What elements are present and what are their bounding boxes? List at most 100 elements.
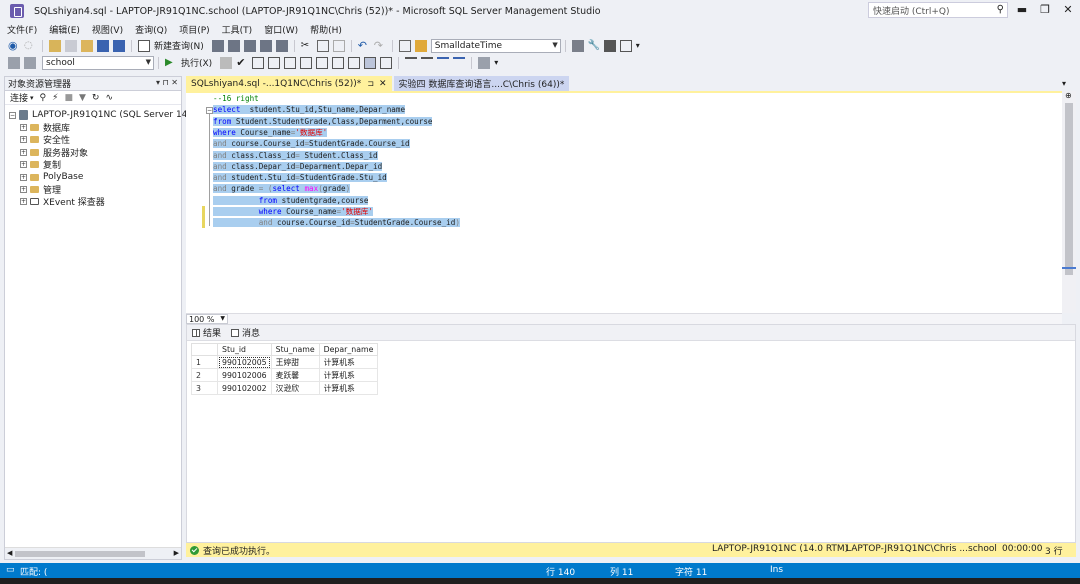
scroll-thumb[interactable] <box>15 551 145 557</box>
tab-messages[interactable]: 消息 <box>231 326 260 339</box>
table-row[interactable]: 1 990102005 王婷甜 计算机系 <box>191 355 379 369</box>
new-query-icon[interactable] <box>138 39 150 52</box>
new-query-button[interactable]: 新建查询(N) <box>154 39 204 52</box>
menu-tools[interactable]: 工具(T) <box>222 23 253 36</box>
client-stats-icon[interactable] <box>332 56 345 69</box>
tab-results[interactable]: 结果 <box>192 326 221 339</box>
grid-cell[interactable]: 麦跃馨 <box>270 368 320 382</box>
expand-icon[interactable]: + <box>20 161 27 169</box>
grid-cell[interactable]: 990102005 <box>217 355 272 369</box>
menu-window[interactable]: 窗口(W) <box>264 23 298 36</box>
new-project-icon[interactable] <box>49 39 61 52</box>
grid-cell[interactable]: 990102002 <box>217 381 272 395</box>
grid-cell[interactable]: 王婷甜 <box>270 355 320 369</box>
results-to-text-icon[interactable] <box>348 56 361 69</box>
scroll-right-icon[interactable]: ▶ <box>174 549 179 557</box>
open-file-icon[interactable] <box>81 39 93 52</box>
menu-project[interactable]: 项目(P) <box>179 23 209 36</box>
tree-node-polybase[interactable]: + PolyBase <box>5 171 181 183</box>
undo-icon[interactable]: ↶ <box>358 39 370 52</box>
grid-cell[interactable]: 计算机系 <box>318 355 379 369</box>
uncomment-icon[interactable] <box>421 56 434 69</box>
table-row[interactable]: 3 990102002 汉逊欣 计算机系 <box>191 381 379 395</box>
collapse-icon[interactable]: − <box>206 107 213 114</box>
column-header[interactable]: Depar_name <box>318 343 379 356</box>
disconnect-icon[interactable]: ⚡ <box>52 93 58 103</box>
display-plan-icon[interactable] <box>252 56 265 69</box>
cancel-query-icon[interactable] <box>220 56 233 69</box>
activity-monitor-icon[interactable]: ∿ <box>105 93 113 103</box>
include-plan-icon[interactable] <box>300 56 313 69</box>
copy-icon[interactable] <box>316 39 329 52</box>
tab-overflow-icon[interactable]: ▾ <box>1062 79 1066 88</box>
xmla-query-icon[interactable] <box>259 39 272 52</box>
connect-button[interactable]: 连接 <box>10 91 28 104</box>
cut-icon[interactable]: ✂ <box>301 40 313 52</box>
toolbox-icon[interactable] <box>603 39 616 52</box>
grid-cell[interactable]: 汉逊欣 <box>270 381 320 395</box>
menu-help[interactable]: 帮助(H) <box>310 23 342 36</box>
tree-node-management[interactable]: + 管理 <box>5 183 181 196</box>
close-window-button[interactable]: ✕ <box>1057 2 1079 18</box>
tree-node-replication[interactable]: + 复制 <box>5 159 181 171</box>
refresh-icon[interactable]: ↻ <box>92 93 100 103</box>
expand-icon[interactable]: + <box>20 124 27 132</box>
add-item-icon[interactable] <box>65 39 77 52</box>
find-in-files-icon[interactable] <box>414 39 427 52</box>
chevron-down-icon[interactable]: ▾ <box>30 94 34 102</box>
menu-view[interactable]: 视图(V) <box>92 23 123 36</box>
expand-icon[interactable]: + <box>20 198 27 206</box>
specify-template-icon[interactable] <box>478 56 491 69</box>
increase-indent-icon[interactable] <box>453 56 466 69</box>
comment-icon[interactable] <box>405 56 418 69</box>
intellisense-icon[interactable] <box>284 56 297 69</box>
results-to-file-icon[interactable] <box>380 56 393 69</box>
navigate-icon[interactable] <box>398 39 411 52</box>
grid-cell[interactable]: 计算机系 <box>318 381 379 395</box>
grid-cell[interactable]: 计算机系 <box>318 368 379 382</box>
menu-edit[interactable]: 编辑(E) <box>49 23 80 36</box>
sql-editor[interactable]: − --16 right select student.Stu_id,Stu_n… <box>186 91 1062 313</box>
pin-icon[interactable]: ⊐ <box>367 79 374 88</box>
parse-icon[interactable]: ✔ <box>236 56 248 69</box>
zoom-combo[interactable]: 100 % ▼ <box>186 314 228 324</box>
execute-button[interactable]: 执行(X) <box>181 56 212 69</box>
redo-icon[interactable]: ↷ <box>374 39 386 52</box>
dax-query-icon[interactable] <box>275 39 288 52</box>
save-all-icon[interactable] <box>113 39 125 52</box>
horizontal-scrollbar[interactable]: ◀ ▶ <box>5 547 181 559</box>
collapse-icon[interactable]: − <box>9 111 16 119</box>
forward-icon[interactable]: ◌ <box>24 40 36 52</box>
solution-explorer-icon[interactable] <box>571 39 584 52</box>
type-combo[interactable]: SmalldateTime ▼ <box>430 38 561 53</box>
tab-experiment-four[interactable]: 实验四 数据库查询语言....C\Chris (64))* <box>393 76 570 91</box>
menu-query[interactable]: 查询(Q) <box>135 23 167 36</box>
query-designer-icon[interactable] <box>268 56 281 69</box>
paste-icon[interactable] <box>332 39 345 52</box>
decrease-indent-icon[interactable] <box>437 56 450 69</box>
expand-icon[interactable]: + <box>20 186 27 194</box>
dmx-query-icon[interactable] <box>243 39 256 52</box>
tree-node-xevent-profiler[interactable]: + XEvent 探查器 <box>5 196 181 208</box>
mdx-query-icon[interactable] <box>227 39 240 52</box>
results-to-grid-icon[interactable] <box>364 56 377 69</box>
split-icon[interactable]: ⊕ <box>1065 91 1072 100</box>
execute-icon[interactable]: ▶ <box>165 57 177 69</box>
save-icon[interactable] <box>97 39 109 52</box>
editor-vertical-scrollbar[interactable]: ⊕ <box>1062 91 1076 313</box>
results-grid[interactable]: Stu_id Stu_name Depar_name 1 990102005 王… <box>191 343 379 395</box>
expand-icon[interactable]: + <box>20 173 27 181</box>
expand-icon[interactable]: + <box>20 136 27 144</box>
object-explorer-icon[interactable] <box>619 39 632 52</box>
close-icon[interactable]: ✕ <box>379 79 387 89</box>
table-row[interactable]: 2 990102006 麦跃馨 计算机系 <box>191 368 379 382</box>
scroll-left-icon[interactable]: ◀ <box>7 549 12 557</box>
minimize-button[interactable]: ▬ <box>1011 2 1033 18</box>
menu-file[interactable]: 文件(F) <box>7 23 37 36</box>
scroll-thumb[interactable] <box>1065 103 1073 275</box>
tree-node-databases[interactable]: + 数据库 <box>5 121 181 134</box>
database-engine-query-icon[interactable] <box>211 39 224 52</box>
change-connection-icon[interactable] <box>24 56 36 69</box>
back-icon[interactable]: ◉ <box>8 39 20 52</box>
expand-icon[interactable]: + <box>20 148 27 156</box>
